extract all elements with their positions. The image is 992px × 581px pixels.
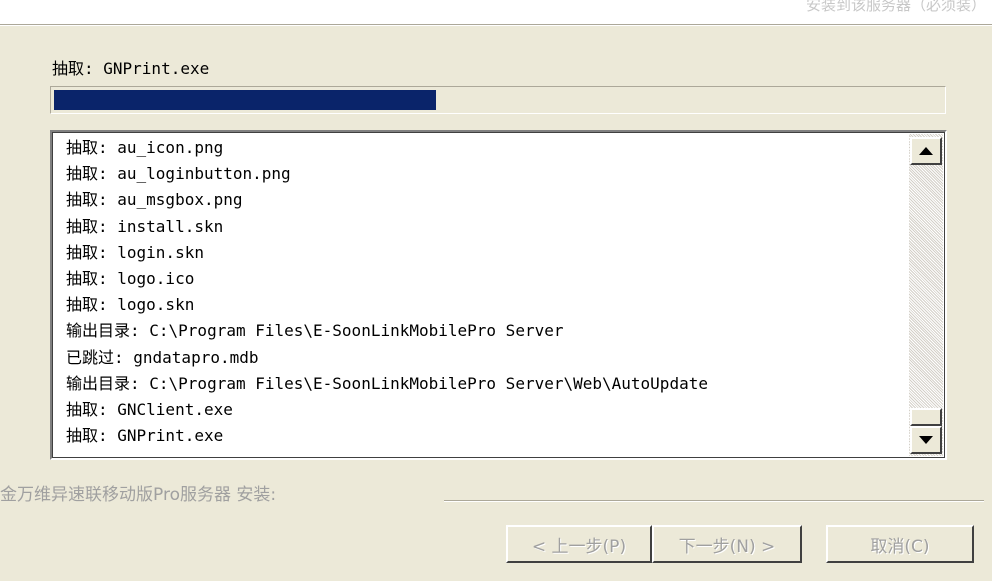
- log-line: 抽取: logo.skn: [66, 295, 195, 315]
- log-line: 输出目录: C:\Program Files\E-SoonLinkMobileP…: [66, 373, 708, 393]
- log-scrollbar[interactable]: [909, 134, 943, 456]
- triangle-down-icon: [919, 436, 933, 444]
- log-line: 已跳过: gndatapro.mdb: [66, 347, 259, 367]
- header-divider-highlight: [0, 25, 992, 26]
- installer-branding-label: 金万维异速联移动版Pro服务器 安装:: [0, 485, 277, 505]
- current-action-label: 抽取: GNPrint.exe: [52, 59, 210, 78]
- scrollbar-thumb[interactable]: [910, 408, 942, 426]
- install-progress-bar: [50, 86, 946, 114]
- scroll-up-button[interactable]: [910, 137, 942, 165]
- log-line: 抽取: GNClient.exe: [66, 399, 233, 419]
- log-line: 抽取: au_loginbutton.png: [66, 164, 291, 184]
- install-log-list[interactable]: 抽取: au_icon.png 抽取: au_loginbutton.png 抽…: [50, 130, 947, 460]
- branding-divider: [444, 500, 984, 501]
- scroll-down-button[interactable]: [910, 426, 942, 454]
- triangle-up-icon: [919, 147, 933, 155]
- back-button[interactable]: < 上一步(P): [506, 525, 652, 563]
- log-line: 输出目录: C:\Program Files\E-SoonLinkMobileP…: [66, 321, 564, 341]
- log-line: 抽取: au_icon.png: [66, 138, 224, 157]
- wizard-header: 安装到该服务器（必须装）: [0, 0, 992, 26]
- log-line: 抽取: GNPrint.exe: [66, 426, 224, 446]
- cancel-button[interactable]: 取消(C): [826, 525, 974, 563]
- next-button[interactable]: 下一步(N) >: [652, 525, 802, 563]
- progress-fill: [54, 90, 436, 110]
- log-line: 抽取: logo.ico: [66, 268, 195, 288]
- log-line: 抽取: install.skn: [66, 216, 224, 236]
- log-line: 抽取: login.skn: [66, 242, 204, 262]
- header-subtitle: 安装到该服务器（必须装）: [805, 0, 986, 12]
- log-lines: 抽取: au_icon.png 抽取: au_loginbutton.png 抽…: [66, 135, 911, 457]
- log-line: 抽取: au_msgbox.png: [66, 190, 243, 210]
